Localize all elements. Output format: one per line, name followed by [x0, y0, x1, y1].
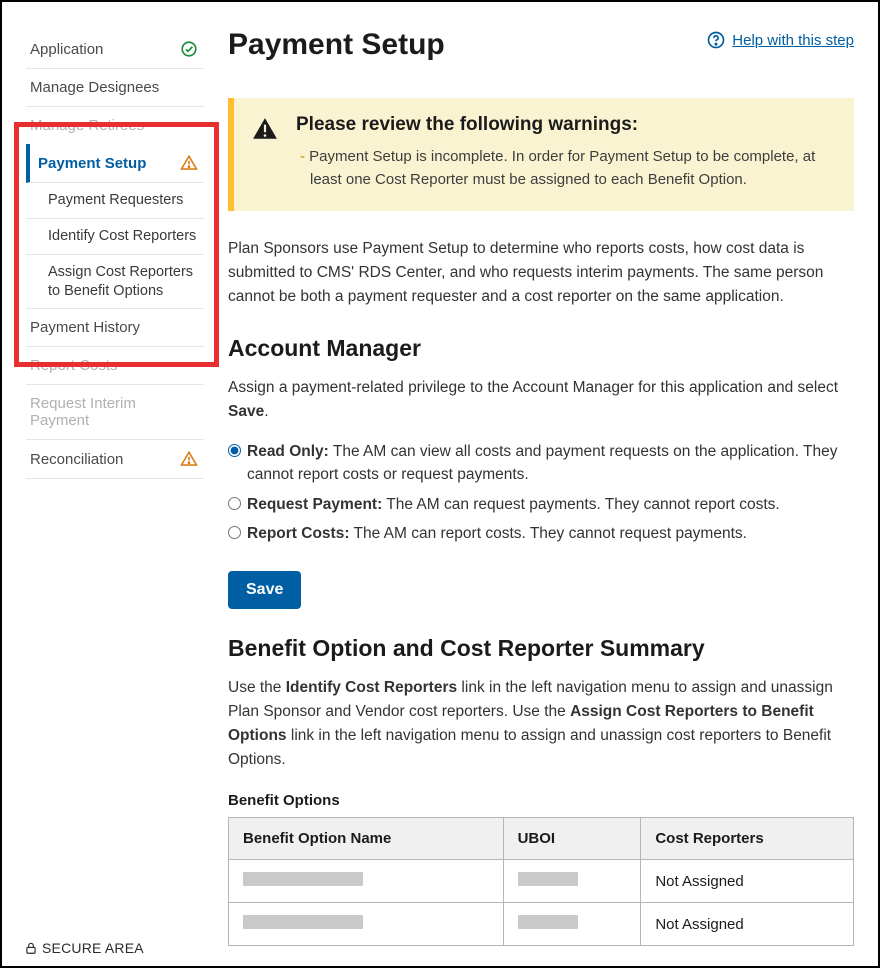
footer-label: SECURE AREA: [42, 940, 144, 956]
warning-triangle-icon: [180, 154, 198, 172]
sidebar-item-label: Reconciliation: [30, 451, 123, 468]
help-link[interactable]: Help with this step: [706, 30, 854, 50]
warning-solid-icon: [252, 116, 278, 142]
sidebar-sub-identify-cost-reporters[interactable]: Identify Cost Reporters: [26, 219, 204, 255]
radio-report-costs-input[interactable]: [228, 526, 241, 539]
cell-cost-reporters: Not Assigned: [641, 903, 854, 946]
check-circle-icon: [180, 40, 198, 58]
sidebar-item-label: Identify Cost Reporters: [48, 228, 196, 244]
privilege-radio-group: Read Only: The AM can view all costs and…: [228, 440, 854, 545]
table-row: Not Assigned: [229, 903, 854, 946]
alert-body: Payment Setup is incomplete. In order fo…: [296, 146, 836, 191]
help-circle-icon: [706, 30, 726, 50]
sidebar-sub-payment-requesters[interactable]: Payment Requesters: [26, 183, 204, 219]
warning-alert: Please review the following warnings: Pa…: [228, 98, 854, 211]
redacted-value: [518, 872, 578, 886]
sidebar-item-application[interactable]: Application: [26, 30, 204, 69]
sidebar-item-payment-setup[interactable]: Payment Setup: [26, 144, 204, 183]
radio-report-costs[interactable]: Report Costs: The AM can report costs. T…: [228, 522, 854, 545]
warning-triangle-icon: [180, 450, 198, 468]
lock-icon: [24, 941, 38, 955]
summary-heading: Benefit Option and Cost Reporter Summary: [228, 635, 854, 662]
sidebar-sub-assign-cost-reporters[interactable]: Assign Cost Reporters to Benefit Options: [26, 255, 204, 310]
save-button[interactable]: Save: [228, 571, 301, 609]
table-caption: Benefit Options: [228, 792, 854, 809]
main-content: Payment Setup Help with this step Please…: [228, 30, 854, 946]
sidebar-item-label: Manage Retirees: [30, 117, 144, 134]
account-manager-desc: Assign a payment-related privilege to th…: [228, 376, 854, 424]
benefit-options-table: Benefit Option Name UBOI Cost Reporters …: [228, 817, 854, 946]
intro-paragraph: Plan Sponsors use Payment Setup to deter…: [228, 237, 854, 309]
redacted-value: [518, 915, 578, 929]
account-manager-heading: Account Manager: [228, 335, 854, 362]
radio-request-payment[interactable]: Request Payment: The AM can request paym…: [228, 493, 854, 516]
sidebar-item-label: Report Costs: [30, 357, 118, 374]
sidebar-item-manage-retirees[interactable]: Manage Retirees: [26, 107, 204, 144]
col-uboi: UBOI: [503, 818, 641, 860]
sidebar-item-label: Payment History: [30, 319, 140, 336]
sidebar-item-label: Manage Designees: [30, 79, 159, 96]
col-cost-reporters: Cost Reporters: [641, 818, 854, 860]
radio-request-payment-input[interactable]: [228, 497, 241, 510]
sidebar-item-label: Request Interim Payment: [30, 395, 198, 429]
table-row: Not Assigned: [229, 860, 854, 903]
summary-paragraph: Use the Identify Cost Reporters link in …: [228, 676, 854, 772]
footer-secure-area: SECURE AREA: [24, 940, 144, 956]
sidebar-item-label: Payment Setup: [38, 155, 146, 172]
redacted-value: [243, 915, 363, 929]
sidebar-item-label: Application: [30, 41, 103, 58]
sidebar-item-payment-history[interactable]: Payment History: [26, 309, 204, 347]
sidebar-item-label: Assign Cost Reporters to Benefit Options: [48, 264, 193, 299]
sidebar-item-request-interim-payment[interactable]: Request Interim Payment: [26, 385, 204, 440]
alert-title: Please review the following warnings:: [296, 114, 836, 136]
cell-cost-reporters: Not Assigned: [641, 860, 854, 903]
radio-read-only-input[interactable]: [228, 444, 241, 457]
sidebar-item-reconciliation[interactable]: Reconciliation: [26, 440, 204, 479]
sidebar-item-manage-designees[interactable]: Manage Designees: [26, 69, 204, 107]
radio-read-only[interactable]: Read Only: The AM can view all costs and…: [228, 440, 854, 487]
sidebar-item-report-costs[interactable]: Report Costs: [26, 347, 204, 385]
page-title: Payment Setup: [228, 28, 445, 62]
redacted-value: [243, 872, 363, 886]
help-link-label: Help with this step: [732, 32, 854, 49]
sidebar-item-label: Payment Requesters: [48, 192, 183, 208]
sidebar: Application Manage Designees Manage Reti…: [26, 30, 204, 946]
col-benefit-option-name: Benefit Option Name: [229, 818, 504, 860]
